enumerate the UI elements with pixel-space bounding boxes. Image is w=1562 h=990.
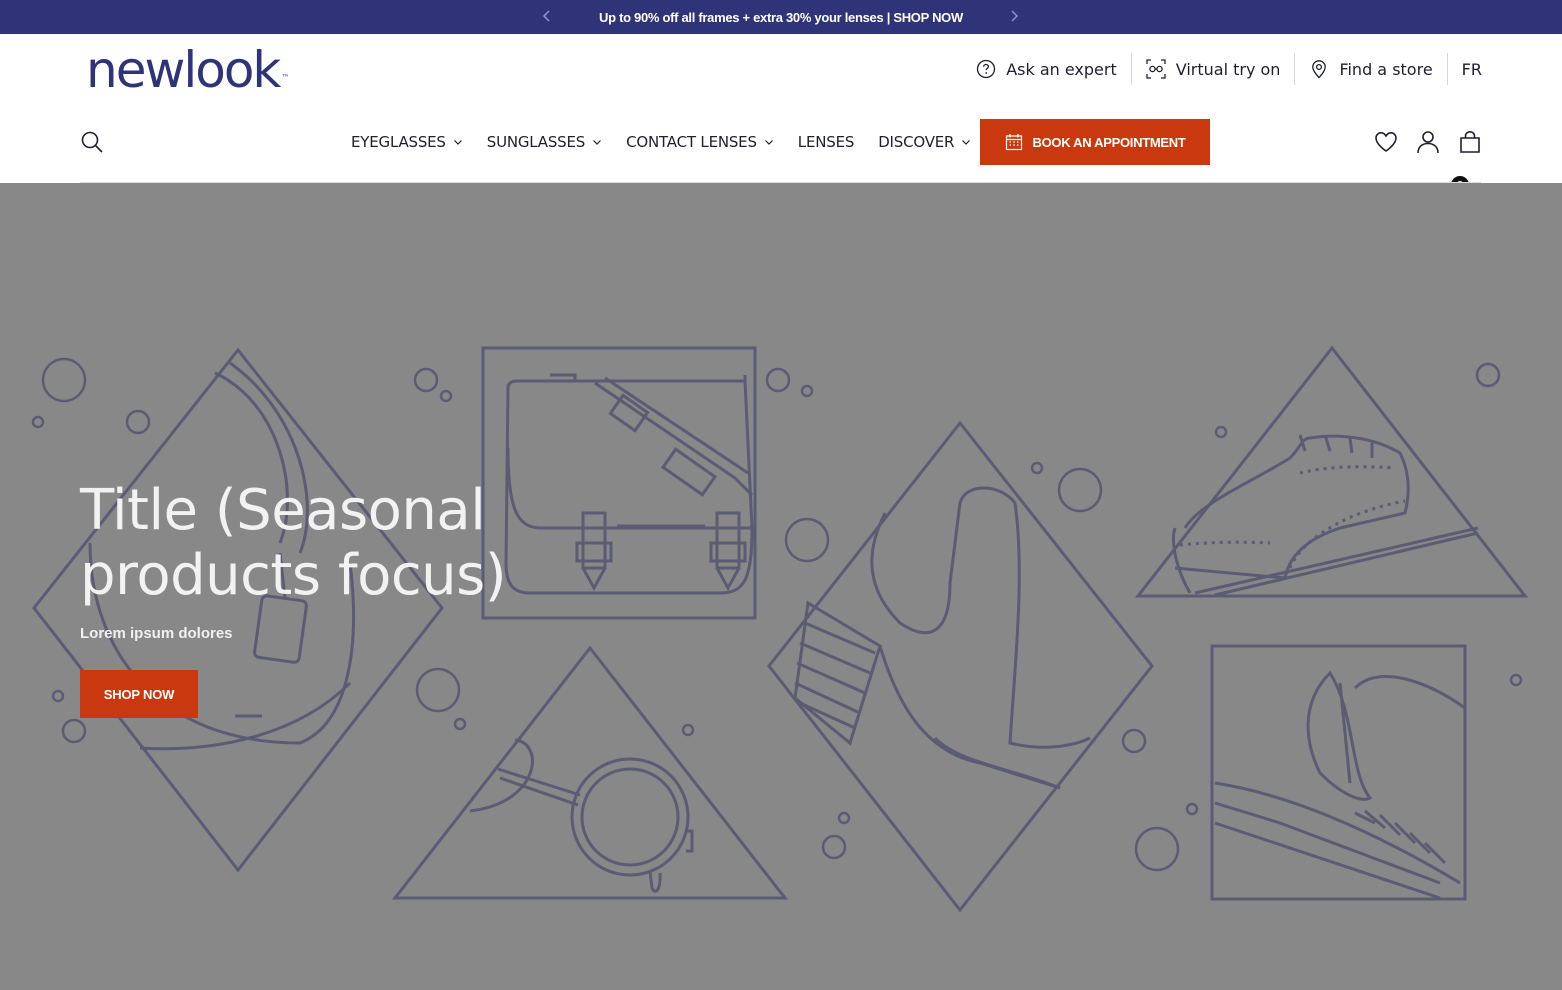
- logo-text: newlook: [86, 41, 281, 99]
- help-circle-icon: [977, 59, 996, 79]
- cart-button[interactable]: [1458, 130, 1482, 154]
- hero-title: Title (Seasonal products focus): [80, 478, 507, 608]
- announcement-prev-button[interactable]: [537, 7, 557, 27]
- heart-icon: [1375, 131, 1397, 152]
- hero-subtitle: Lorem ipsum dolores: [80, 625, 233, 642]
- chevron-down-icon: [962, 140, 971, 145]
- find-a-store-label: Find a store: [1339, 59, 1433, 79]
- nav-lenses[interactable]: LENSES: [797, 133, 855, 151]
- chevron-down-icon: [593, 140, 602, 145]
- book-appointment-button[interactable]: BOOK AN APPOINTMENT: [980, 119, 1210, 165]
- nav-eyeglasses-label: EYEGLASSES: [351, 133, 446, 151]
- nav-lenses-label: LENSES: [797, 133, 855, 151]
- nav-contact-lenses-label: CONTACT LENSES: [626, 133, 757, 151]
- nav-sunglasses-label: SUNGLASSES: [486, 133, 586, 151]
- search-icon: [81, 131, 103, 153]
- virtual-try-on-icon: [1146, 59, 1166, 79]
- decorative-bubbles: [31, 357, 1523, 872]
- map-pin-icon: [1312, 60, 1327, 79]
- site-header: newlook ™ Ask an expert Virtual try on Fi…: [0, 34, 1562, 194]
- logo-trademark: ™: [281, 73, 290, 82]
- chevron-down-icon: [764, 140, 773, 145]
- search-button[interactable]: [80, 130, 104, 154]
- hero-banner: Title (Seasonal products focus) Lorem ip…: [0, 183, 1562, 990]
- handbag-icon: [32, 347, 444, 873]
- boot-icon: [767, 420, 1154, 913]
- account-button[interactable]: [1416, 130, 1440, 154]
- language-switch[interactable]: FR: [1448, 52, 1482, 86]
- nav-sunglasses[interactable]: SUNGLASSES: [487, 133, 602, 151]
- calendar-icon: [1005, 134, 1022, 151]
- announcement-next-button[interactable]: [1004, 7, 1024, 27]
- main-nav: EYEGLASSES SUNGLASSES CONTACT LENSES LEN…: [351, 129, 995, 155]
- nav-contact-lenses[interactable]: CONTACT LENSES: [626, 133, 774, 151]
- wishlist-button[interactable]: [1374, 130, 1398, 154]
- announcement-bar: Up to 90% off all frames + extra 30% you…: [0, 0, 1562, 34]
- chevron-left-icon: [542, 10, 550, 22]
- chevron-down-icon: [453, 140, 462, 145]
- shoe-icon: [1134, 345, 1529, 598]
- nav-discover-label: DISCOVER: [878, 133, 955, 151]
- logo[interactable]: newlook ™: [86, 44, 289, 96]
- book-appointment-label: BOOK AN APPOINTMENT: [1032, 134, 1186, 150]
- user-icon: [1417, 131, 1439, 154]
- eyeglasses-icon: [391, 645, 789, 900]
- language-label: FR: [1461, 59, 1482, 79]
- virtual-try-on-link[interactable]: Virtual try on: [1132, 52, 1295, 86]
- hat-feather-icon: [1210, 644, 1467, 901]
- shop-now-button[interactable]: SHOP NOW: [80, 670, 198, 718]
- utility-nav: Ask an expert Virtual try on Find a stor…: [962, 52, 1482, 86]
- ask-an-expert-link[interactable]: Ask an expert: [962, 52, 1131, 86]
- chevron-right-icon: [1011, 10, 1019, 22]
- shopping-bag-icon: [1460, 130, 1480, 153]
- nav-discover[interactable]: DISCOVER: [878, 133, 971, 151]
- ask-an-expert-label: Ask an expert: [1006, 59, 1117, 79]
- find-a-store-link[interactable]: Find a store: [1295, 52, 1446, 86]
- nav-eyeglasses[interactable]: EYEGLASSES: [351, 133, 463, 151]
- announcement-message[interactable]: Up to 90% off all frames + extra 30% you…: [599, 10, 963, 25]
- virtual-try-on-label: Virtual try on: [1175, 59, 1281, 79]
